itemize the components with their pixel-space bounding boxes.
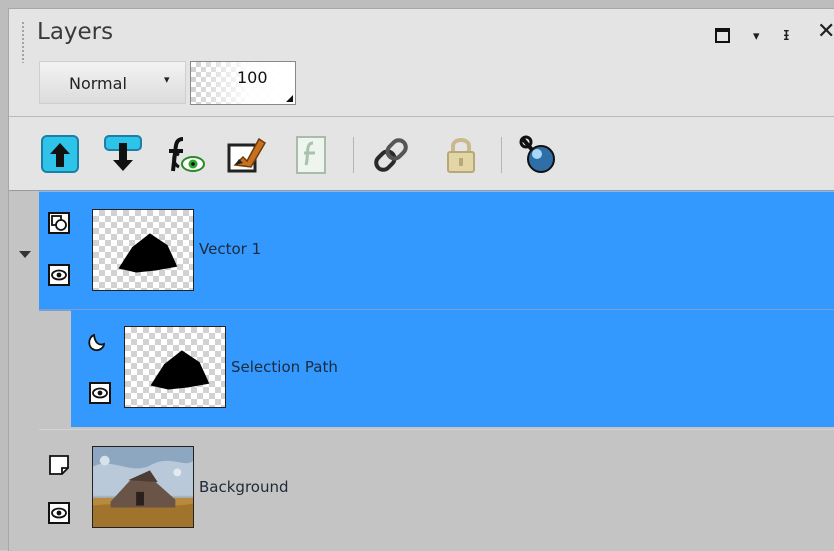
opacity-value: 100	[237, 68, 268, 87]
path-icon	[85, 332, 107, 354]
raster-layer-icon	[48, 454, 70, 476]
expand-arrow-icon[interactable]	[19, 251, 31, 258]
chevron-down-icon: ▾	[164, 73, 170, 86]
close-icon[interactable]: ✕	[817, 20, 834, 44]
layer-name: Selection Path	[231, 358, 338, 376]
restore-icon[interactable]	[715, 28, 730, 43]
move-layer-down-icon[interactable]	[101, 133, 145, 177]
layer-row[interactable]: Vector 1	[39, 191, 834, 311]
vector-layer-icon	[48, 212, 70, 234]
layer-thumbnail	[92, 209, 194, 291]
edit-layer-icon[interactable]	[225, 133, 269, 177]
window-frame-left	[0, 0, 8, 550]
window-frame-top	[0, 0, 834, 8]
move-layer-up-icon[interactable]	[39, 133, 83, 177]
pin-icon[interactable]: ᵻ	[783, 23, 790, 47]
panel-drag-grip[interactable]	[21, 21, 25, 63]
mask-icon[interactable]	[289, 133, 333, 177]
toolbar-separator	[353, 137, 354, 173]
layer-row[interactable]: Background	[39, 429, 834, 550]
layer-properties-icon[interactable]	[515, 133, 559, 177]
layers-panel: Layers ▾ ᵻ ✕ Normal ▾ 100 Vector 1 Selec…	[8, 8, 834, 551]
link-icon[interactable]	[369, 133, 413, 177]
layer-list: Vector 1 Selection Path Background	[9, 191, 834, 551]
divider	[9, 116, 834, 117]
resize-corner-icon	[286, 95, 293, 102]
layer-thumbnail-photo	[92, 446, 194, 528]
eye-icon[interactable]	[48, 264, 70, 286]
toolbar-separator	[501, 137, 502, 173]
eye-icon[interactable]	[89, 382, 111, 404]
layer-name: Background	[199, 478, 289, 496]
layer-thumbnail	[124, 326, 226, 408]
eye-icon[interactable]	[48, 502, 70, 524]
blend-mode-select[interactable]: Normal ▾	[39, 61, 186, 104]
lock-icon[interactable]	[439, 133, 483, 177]
blend-mode-value: Normal	[69, 74, 127, 93]
menu-arrow-icon[interactable]: ▾	[753, 25, 760, 49]
opacity-field[interactable]: 100	[190, 61, 296, 105]
layer-name: Vector 1	[199, 240, 262, 258]
layer-effects-icon[interactable]	[163, 133, 207, 177]
panel-title: Layers	[37, 19, 114, 45]
layer-row[interactable]: Selection Path	[71, 310, 834, 427]
